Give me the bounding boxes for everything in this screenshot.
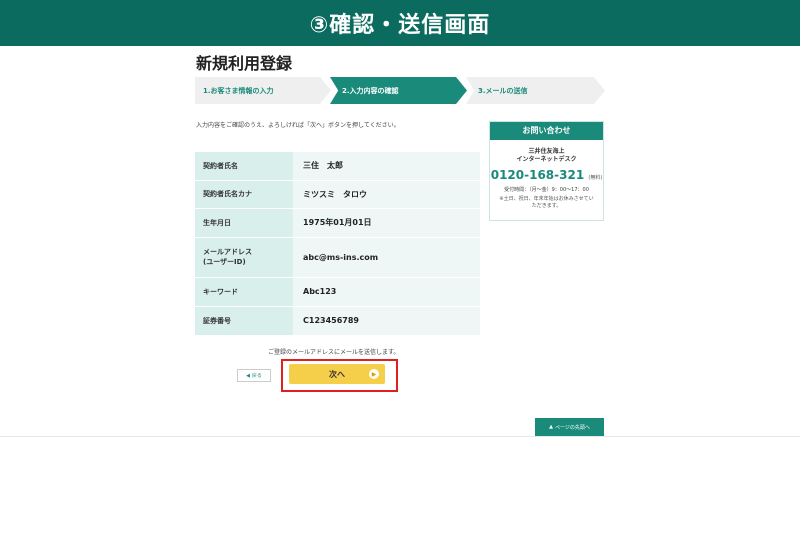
instruction-text: 入力内容をご確認のうえ、よろしければ「次へ」ボタンを押してください。 (196, 122, 400, 129)
next-button-label: 次へ (329, 369, 345, 379)
footer-divider (0, 436, 800, 437)
progress-steps: 1.お客さま情報の入力 2.入力内容の確認 3.メールの送信 (195, 77, 605, 104)
chevron-up-icon: ▲ (549, 424, 553, 430)
table-row: 証券番号 C123456789 (195, 306, 480, 336)
page-top-label: ページの先頭へ (554, 424, 590, 431)
table-row: 生年月日 1975年01月01日 (195, 208, 480, 238)
row-value-email: abc@ms-ins.com (293, 237, 480, 278)
page-title: 新規利用登録 (196, 54, 293, 73)
row-label-email-line2: (ユーザーID) (203, 258, 246, 266)
contact-note: ※土日、祝日、年末年始はお休みさせていただきます。 (499, 196, 594, 209)
contact-company-line1: 三井住友海上 (528, 148, 565, 155)
step-1: 1.お客さま情報の入力 (195, 77, 331, 104)
page-top-button[interactable]: ▲ ページの先頭へ (535, 418, 604, 436)
table-row: メールアドレス (ユーザーID) abc@ms-ins.com (195, 237, 480, 278)
contact-company-line2: インターネットデスク (516, 156, 577, 163)
row-label-name: 契約者氏名 (195, 152, 293, 181)
row-value-kana: ミツスミ タロウ (293, 180, 480, 209)
chevron-right-icon: ▶ (369, 369, 379, 379)
next-button[interactable]: 次へ ▶ (289, 364, 385, 384)
row-value-name: 三住 太郎 (293, 152, 480, 181)
contact-phone-note: (無料) (588, 175, 603, 181)
table-row: 契約者氏名 三住 太郎 (195, 152, 480, 181)
row-label-kana: 契約者氏名カナ (195, 180, 293, 209)
table-row: キーワード Abc123 (195, 277, 480, 307)
contact-box: お問い合わせ 三井住友海上 インターネットデスク 0120-168-321 (無… (489, 121, 604, 221)
banner-title: ③確認・送信画面 (0, 0, 800, 46)
row-value-birthdate: 1975年01月01日 (293, 208, 480, 238)
chevron-left-icon: ◀ (246, 372, 250, 379)
row-value-policy-number: C123456789 (293, 306, 480, 336)
row-label-email-line1: メールアドレス (203, 248, 252, 256)
row-label-birthdate: 生年月日 (195, 208, 293, 238)
row-label-email: メールアドレス (ユーザーID) (195, 237, 293, 278)
contact-phone-number: 0120-168-321 (490, 168, 585, 182)
contact-title: お問い合わせ (490, 122, 603, 140)
contact-company: 三井住友海上 インターネットデスク (490, 148, 603, 164)
step-3: 3.メールの送信 (466, 77, 605, 104)
row-label-keyword: キーワード (195, 277, 293, 307)
send-note: ご登録のメールアドレスにメールを送信します。 (268, 349, 400, 356)
confirmation-table: 契約者氏名 三住 太郎 契約者氏名カナ ミツスミ タロウ 生年月日 1975年0… (195, 152, 480, 336)
row-label-policy-number: 証券番号 (195, 306, 293, 336)
back-button[interactable]: ◀ 戻る (237, 369, 271, 382)
back-button-label: 戻る (251, 373, 262, 379)
row-value-keyword: Abc123 (293, 277, 480, 307)
contact-phone: 0120-168-321 (無料) (490, 168, 603, 182)
contact-hours: 受付時間：（月～金）9：00～17：00 (504, 187, 589, 193)
step-2-current: 2.入力内容の確認 (330, 77, 467, 104)
table-row: 契約者氏名カナ ミツスミ タロウ (195, 180, 480, 209)
